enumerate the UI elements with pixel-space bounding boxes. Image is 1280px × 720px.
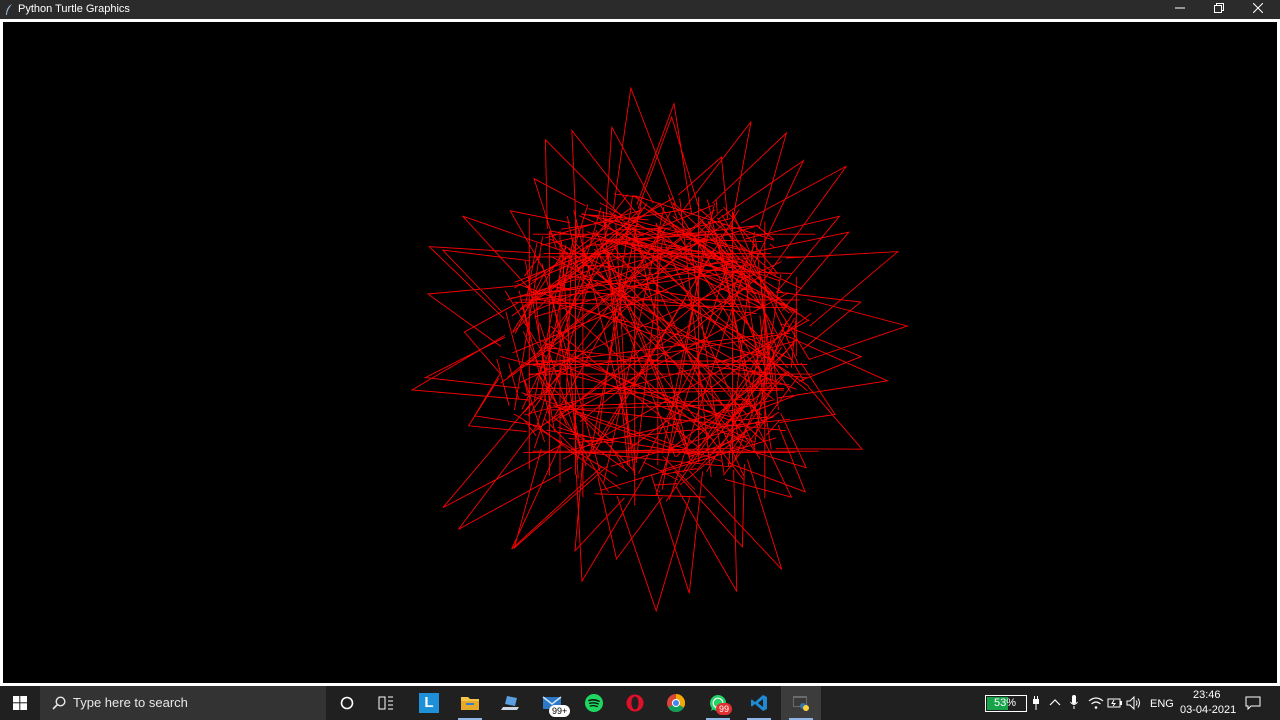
- restore-icon: [1214, 3, 1224, 13]
- turtle-drawing: [410, 86, 909, 613]
- taskbar: Type here to search L 99+ 99 53% ENG 23:…: [0, 686, 1280, 720]
- chrome-button[interactable]: [656, 686, 696, 720]
- action-center-icon[interactable]: [1245, 696, 1261, 710]
- mail-badge: 99+: [549, 705, 571, 717]
- python-icon: [793, 696, 809, 711]
- task-view-button[interactable]: [366, 686, 406, 720]
- restore-button[interactable]: [1199, 0, 1239, 19]
- taskbar-search-box[interactable]: Type here to search: [40, 686, 326, 720]
- python-feather-icon: [6, 4, 12, 15]
- battery-percent: 53%: [994, 697, 1017, 709]
- l-app-icon: L: [419, 693, 439, 713]
- minimize-icon: [1175, 7, 1185, 9]
- turtle-canvas[interactable]: [3, 22, 1277, 683]
- cortana-icon: [340, 696, 354, 710]
- vscode-icon: [751, 695, 767, 711]
- close-icon: [1252, 2, 1264, 14]
- language-indicator[interactable]: ENG: [1150, 698, 1174, 710]
- spotify-icon: [585, 694, 603, 712]
- l-app-button[interactable]: L: [409, 686, 449, 720]
- clock-time[interactable]: 23:46: [1193, 689, 1221, 701]
- vscode-button[interactable]: [739, 686, 779, 720]
- chrome-icon: [667, 694, 685, 712]
- laptop-app-icon: [501, 696, 519, 710]
- search-icon: [52, 696, 66, 710]
- battery-charging-icon[interactable]: [1107, 697, 1123, 709]
- turtle-path: [410, 86, 909, 613]
- whatsapp-button[interactable]: 99: [698, 686, 738, 720]
- window-title-bar: Python Turtle Graphics: [0, 0, 1280, 19]
- opera-button[interactable]: [615, 686, 655, 720]
- clock-date[interactable]: 03-04-2021: [1180, 704, 1236, 716]
- microphone-icon[interactable]: [1070, 695, 1078, 710]
- windows-logo-icon: [13, 696, 27, 710]
- whatsapp-badge: 99: [716, 703, 733, 715]
- mail-button[interactable]: 99+: [532, 686, 572, 720]
- volume-icon[interactable]: [1126, 696, 1142, 710]
- battery-indicator[interactable]: 53%: [985, 695, 1027, 712]
- start-button[interactable]: [0, 686, 40, 720]
- power-plug-icon: [1033, 696, 1039, 710]
- laptop-app-button[interactable]: [491, 686, 531, 720]
- minimize-button[interactable]: [1160, 0, 1200, 19]
- close-button[interactable]: [1238, 0, 1278, 19]
- canvas-border: [0, 19, 1280, 686]
- wifi-icon[interactable]: [1088, 696, 1104, 710]
- window-title: Python Turtle Graphics: [18, 3, 130, 15]
- spotify-button[interactable]: [574, 686, 614, 720]
- opera-icon: [626, 694, 644, 712]
- file-explorer-button[interactable]: [450, 686, 490, 720]
- task-view-icon: [378, 696, 393, 710]
- search-placeholder: Type here to search: [73, 695, 188, 710]
- show-hidden-icons-chevron-icon[interactable]: [1049, 697, 1061, 707]
- cortana-button[interactable]: [327, 686, 367, 720]
- python-turtle-button[interactable]: [781, 686, 821, 720]
- file-explorer-icon: [461, 697, 479, 710]
